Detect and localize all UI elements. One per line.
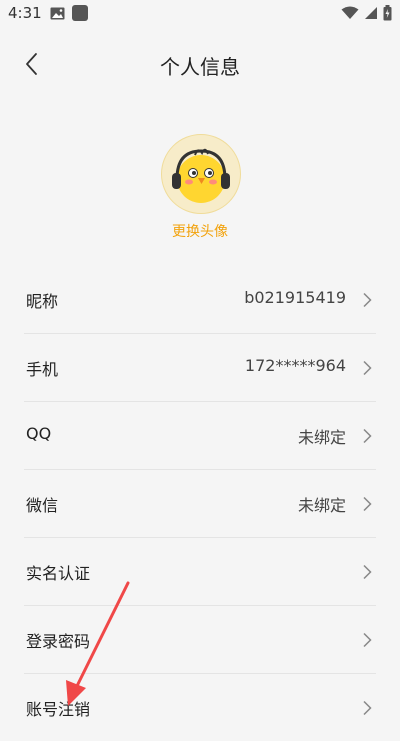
status-bar: 4:31 [0,0,400,28]
status-time: 4:31 [8,4,42,22]
row-label: 账号注销 [26,700,91,719]
row-login-password[interactable]: 登录密码 [24,606,376,674]
row-account-cancellation[interactable]: 账号注销 [24,674,376,741]
chevron-right-icon [363,292,372,308]
row-qq[interactable]: QQ 未绑定 [24,402,376,470]
row-label: 实名认证 [26,564,91,583]
change-avatar-link[interactable]: 更换头像 [0,221,400,241]
row-label: 微信 [26,496,59,515]
row-value: 未绑定 [297,496,346,515]
avatar[interactable] [161,134,241,214]
profile-list: 昵称 b021915419 手机 172*****964 QQ 未绑定 微信 未… [0,266,400,741]
app-notification-icon [72,5,88,21]
row-real-name-verification[interactable]: 实名认证 [24,538,376,606]
page-title: 个人信息 [160,55,240,79]
chevron-right-icon [363,700,372,716]
row-label: 昵称 [26,292,59,311]
chevron-right-icon [363,564,372,580]
chevron-right-icon [363,360,372,376]
header: 个人信息 [0,40,400,90]
row-wechat[interactable]: 微信 未绑定 [24,470,376,538]
row-value: b021915419 [244,288,346,307]
signal-icon [365,7,377,19]
chevron-right-icon [363,496,372,512]
chevron-right-icon [363,632,372,648]
row-value: 未绑定 [297,428,346,447]
battery-icon [383,5,392,21]
chick-headphones-avatar-icon [172,148,230,203]
row-label: 登录密码 [26,632,91,651]
image-notification-icon [50,7,65,20]
row-value: 172*****964 [244,356,346,375]
row-nickname[interactable]: 昵称 b021915419 [24,266,376,334]
row-label: QQ [26,424,52,443]
wifi-icon [341,6,359,19]
chevron-right-icon [363,428,372,444]
row-label: 手机 [26,360,59,379]
row-phone[interactable]: 手机 172*****964 [24,334,376,402]
